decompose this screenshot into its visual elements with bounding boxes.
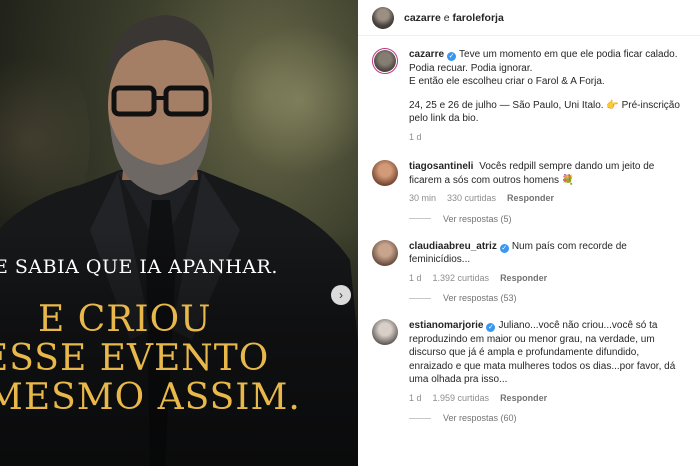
avatar[interactable]	[372, 319, 398, 345]
media-text-large: E CRIOU ESSE EVENTO MESMO ASSIM.	[0, 300, 358, 417]
author-link[interactable]: cazarre	[404, 12, 441, 24]
divider	[409, 218, 431, 219]
timestamp: 1 d	[409, 392, 422, 403]
caption-text: E então ele escolheu criar o Farol & A F…	[409, 76, 605, 87]
reply-button[interactable]: Responder	[500, 272, 547, 286]
connector-text: e	[443, 11, 450, 24]
timestamp: 30 min	[409, 193, 437, 203]
post-caption: cazarre ✓ Teve um momento em que ele podia…	[358, 48, 700, 144]
username-link[interactable]: tiagosantineli	[409, 161, 473, 172]
view-replies-label: Ver respostas (53)	[443, 293, 517, 303]
comment-item: claudiaabreu_atriz ✓ Num país com recorde …	[358, 239, 700, 286]
reply-button[interactable]: Responder	[507, 192, 554, 206]
likes-count[interactable]: 1.392 curtidas	[433, 272, 490, 286]
post-sidebar: cazarre e faroleforja cazarre ✓ Teve um mo…	[358, 0, 700, 466]
reply-button[interactable]: Responder	[500, 392, 547, 406]
verified-badge-icon: ✓	[499, 243, 509, 253]
post-authors: cazarre e faroleforja	[404, 12, 504, 24]
avatar[interactable]	[372, 48, 398, 74]
username-link[interactable]: claudiaabreu_atriz	[409, 241, 497, 252]
view-replies-button[interactable]: Ver respostas (5)	[409, 214, 700, 224]
media-text-line: ESSE EVENTO	[0, 338, 270, 379]
username-link[interactable]: estianomarjorie	[409, 320, 483, 331]
view-replies-button[interactable]: Ver respostas (53)	[409, 293, 700, 303]
comment-item: tiagosantineli Vocês redpill sempre dand…	[358, 160, 700, 206]
view-replies-label: Ver respostas (60)	[443, 413, 517, 423]
verified-badge-icon: ✓	[447, 52, 457, 61]
next-slide-button[interactable]: ›	[331, 285, 351, 305]
media-text-small: E SABIA QUE IA APANHAR.	[0, 256, 278, 278]
media-text-line: E CRIOU	[38, 299, 212, 340]
divider	[409, 417, 431, 419]
likes-count[interactable]: 330 curtidas	[447, 192, 496, 206]
chevron-right-icon: ›	[339, 288, 343, 302]
post-media: E SABIA QUE IA APANHAR. E CRIOU ESSE EVE…	[0, 0, 358, 466]
verified-badge-icon: ✓	[486, 323, 496, 332]
username-link[interactable]: cazarre	[409, 49, 444, 60]
avatar[interactable]	[372, 6, 394, 29]
view-replies-button[interactable]: Ver respostas (60)	[409, 413, 700, 423]
media-text-line: MESMO ASSIM.	[0, 377, 301, 418]
avatar[interactable]	[372, 160, 398, 186]
post-header: cazarre e faroleforja	[358, 0, 700, 36]
comments-list: cazarre ✓ Teve um momento em que ele podia…	[358, 44, 700, 423]
likes-count[interactable]: 1.959 curtidas	[433, 392, 490, 406]
comment-item: estianomarjorie ✓ Juliano...você não criou…	[358, 319, 700, 405]
divider	[409, 297, 431, 299]
timestamp: 1 d	[409, 272, 422, 283]
caption-text: 24, 25 e 26 de julho — São Paulo, Uni It…	[409, 99, 680, 125]
view-replies-label: Ver respostas (5)	[443, 213, 512, 224]
timestamp: 1 d	[409, 131, 422, 142]
avatar[interactable]	[372, 239, 398, 266]
author-link[interactable]: faroleforja	[452, 12, 503, 24]
